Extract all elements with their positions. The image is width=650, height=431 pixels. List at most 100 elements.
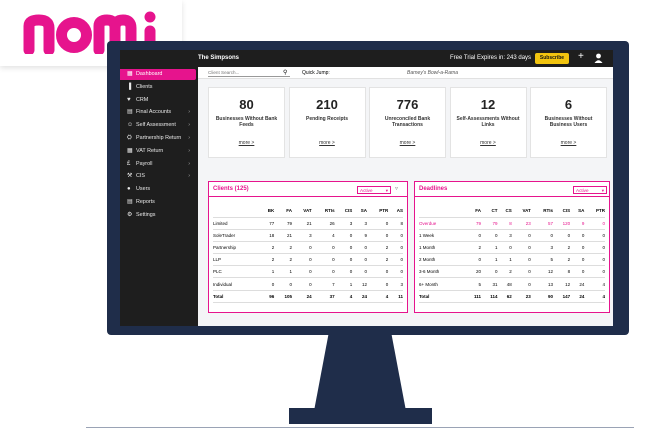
table-row[interactable]: Limited 77 79 21 26 3 3 0 8: [213, 217, 403, 230]
cell-value: 18: [259, 229, 275, 242]
row-label: Individual: [213, 277, 259, 291]
cell-value: 3: [497, 229, 512, 242]
table-row[interactable]: Partnership 2 2 0 0 0 0 2 0: [213, 241, 403, 255]
cell-value: 0: [291, 241, 312, 255]
cell-value: 2: [553, 241, 571, 255]
cell-value: 1: [259, 265, 275, 279]
stat-card: 12 Self-Assessments Without Links more >: [449, 87, 527, 158]
sidebar-item-users[interactable]: ● Users: [120, 184, 196, 195]
cell-value: 2: [274, 253, 292, 267]
more-link[interactable]: more >: [531, 140, 606, 146]
cell-value: 0: [584, 217, 605, 230]
row-label: 2 Month: [419, 253, 465, 267]
cell-value: 12: [530, 265, 554, 279]
marketing-illustration: The Simpsons Free Trial Expires in: 243 …: [0, 0, 650, 431]
cell-value: 4: [584, 290, 605, 303]
more-link[interactable]: more >: [290, 140, 365, 146]
sidebar-item-partnership-return[interactable]: ⛭ Partnership Return ›: [120, 133, 196, 144]
column-header: BK: [259, 204, 275, 218]
sidebar: ▦ Dashboard ▐ Clients ♥ CRM ▤ Final Accounts › ☺ S…: [120, 67, 198, 326]
sidebar-item-label: Final Accounts: [136, 109, 172, 116]
column-header: FA: [274, 204, 292, 218]
filter-icon[interactable]: ▿: [395, 185, 398, 192]
clients-panel: Clients (125) Active ▾ ▿ BK FA VAT RTIs CIS S…: [208, 181, 408, 313]
more-link[interactable]: more >: [370, 140, 445, 146]
row-label: 1 Month: [419, 241, 465, 255]
sidebar-item-dashboard[interactable]: ▦ Dashboard: [120, 69, 196, 80]
cell-value: 0: [334, 229, 353, 242]
row-label: 3-6 Month: [419, 265, 465, 279]
cell-value: 57: [530, 217, 554, 230]
table-row[interactable]: Total 111 114 62 23 90 147 24 4: [419, 290, 605, 303]
cell-value: 3: [530, 241, 554, 255]
table-row[interactable]: PLC 1 1 0 0 0 0 0 0: [213, 265, 403, 279]
partnership-icon: ⛭: [127, 135, 132, 141]
sidebar-item-payroll[interactable]: £ Payroll ›: [120, 159, 196, 170]
table-row[interactable]: Overdue 79 79 8 23 57 120 9 0: [419, 217, 605, 230]
sidebar-item-settings[interactable]: ⚙ Settings: [120, 210, 196, 221]
sidebar-item-clients[interactable]: ▐ Clients: [120, 82, 196, 93]
table-row[interactable]: 2 Month 0 1 1 0 5 2 0 0: [419, 253, 605, 267]
cell-value: 90: [530, 290, 554, 303]
cell-value: 0: [570, 253, 585, 267]
more-link[interactable]: more >: [451, 140, 526, 146]
cell-value: 0: [311, 241, 335, 255]
table-row[interactable]: 1 Month 2 1 0 0 3 2 0 0: [419, 241, 605, 255]
selected-client[interactable]: Barney's Bowl-a-Rama: [407, 70, 458, 76]
sidebar-item-label: VAT Return: [136, 147, 164, 154]
sidebar-item-crm[interactable]: ♥ CRM: [120, 95, 196, 106]
row-label: Total: [419, 290, 465, 303]
cell-value: 0: [367, 265, 389, 279]
clients-filter-select[interactable]: Active ▾: [357, 186, 391, 194]
sidebar-item-label: Payroll: [136, 160, 153, 167]
sidebar-item-cis[interactable]: ⚒ CIS ›: [120, 171, 196, 182]
cell-value: 96: [259, 290, 275, 303]
row-label: 6+ Month: [419, 277, 465, 291]
table-row[interactable]: 1 Week 0 0 3 0 0 0 0 0: [419, 229, 605, 242]
cell-value: 0: [584, 265, 605, 279]
table-row[interactable]: Total 96 105 24 37 4 24 4 11: [213, 290, 403, 303]
deadlines-table: FA CT CS VAT RTIs CIS SA PTR Overdue 79 79 8 23 57 120…: [419, 204, 605, 303]
chevron-right-icon: ›: [188, 135, 190, 141]
cell-value: 31: [480, 277, 498, 291]
cell-value: 0: [334, 253, 353, 267]
column-header: [419, 204, 465, 218]
sidebar-item-self-assessment[interactable]: ☺ Self Assessment ›: [120, 120, 196, 131]
clients-table: BK FA VAT RTIs CIS SA PTR AS Limited 77 79 21 26 3 3 0 8…: [213, 204, 403, 303]
top-bar: The Simpsons Free Trial Expires in: 243 …: [120, 50, 613, 67]
cell-value: 0: [291, 277, 312, 291]
cell-value: 0: [388, 253, 403, 267]
column-header: CT: [480, 204, 498, 218]
panel-divider: [209, 196, 407, 197]
sidebar-item-label: Reports: [136, 199, 155, 205]
client-search-input[interactable]: [208, 69, 290, 77]
more-link[interactable]: more >: [209, 140, 284, 146]
add-icon[interactable]: +: [578, 51, 584, 62]
user-menu-icon[interactable]: [594, 53, 603, 63]
monitor-stand: [314, 333, 406, 411]
subscribe-button[interactable]: Subscribe: [535, 53, 569, 64]
sidebar-item-vat-return[interactable]: ▦ VAT Return ›: [120, 146, 196, 157]
cell-value: 4: [311, 229, 335, 242]
column-header: PTR: [367, 204, 389, 218]
table-row[interactable]: LLP 2 2 0 0 0 0 2 0: [213, 253, 403, 267]
person-icon: ☺: [127, 122, 134, 129]
deadlines-filter-value: Active: [576, 188, 589, 193]
sidebar-item-reports[interactable]: ▤ Reports: [120, 197, 196, 208]
table-row[interactable]: SoleTrader 18 21 3 4 0 9 0 0: [213, 229, 403, 242]
table-row[interactable]: 3-6 Month 20 0 2 0 12 8 0 0: [419, 265, 605, 279]
cell-value: 79: [465, 217, 481, 230]
cell-value: 24: [570, 277, 585, 291]
search-icon[interactable]: ⚲: [283, 69, 287, 76]
deadlines-filter-select[interactable]: Active ▾: [573, 186, 607, 194]
cell-value: 0: [465, 229, 481, 242]
row-label: PLC: [213, 265, 259, 279]
cell-value: 21: [291, 217, 312, 230]
main-content: ⚲ Quick Jump: Barney's Bowl-a-Rama 80Bus…: [198, 67, 613, 326]
table-row[interactable]: 6+ Month 5 31 48 0 13 12 24 4: [419, 277, 605, 291]
column-header: SA: [570, 204, 585, 218]
table-row[interactable]: Individual 0 0 0 7 1 12 0 3: [213, 277, 403, 291]
sidebar-item-final-accounts[interactable]: ▤ Final Accounts ›: [120, 107, 196, 118]
cell-value: 0: [367, 217, 389, 230]
cell-value: 0: [480, 265, 498, 279]
